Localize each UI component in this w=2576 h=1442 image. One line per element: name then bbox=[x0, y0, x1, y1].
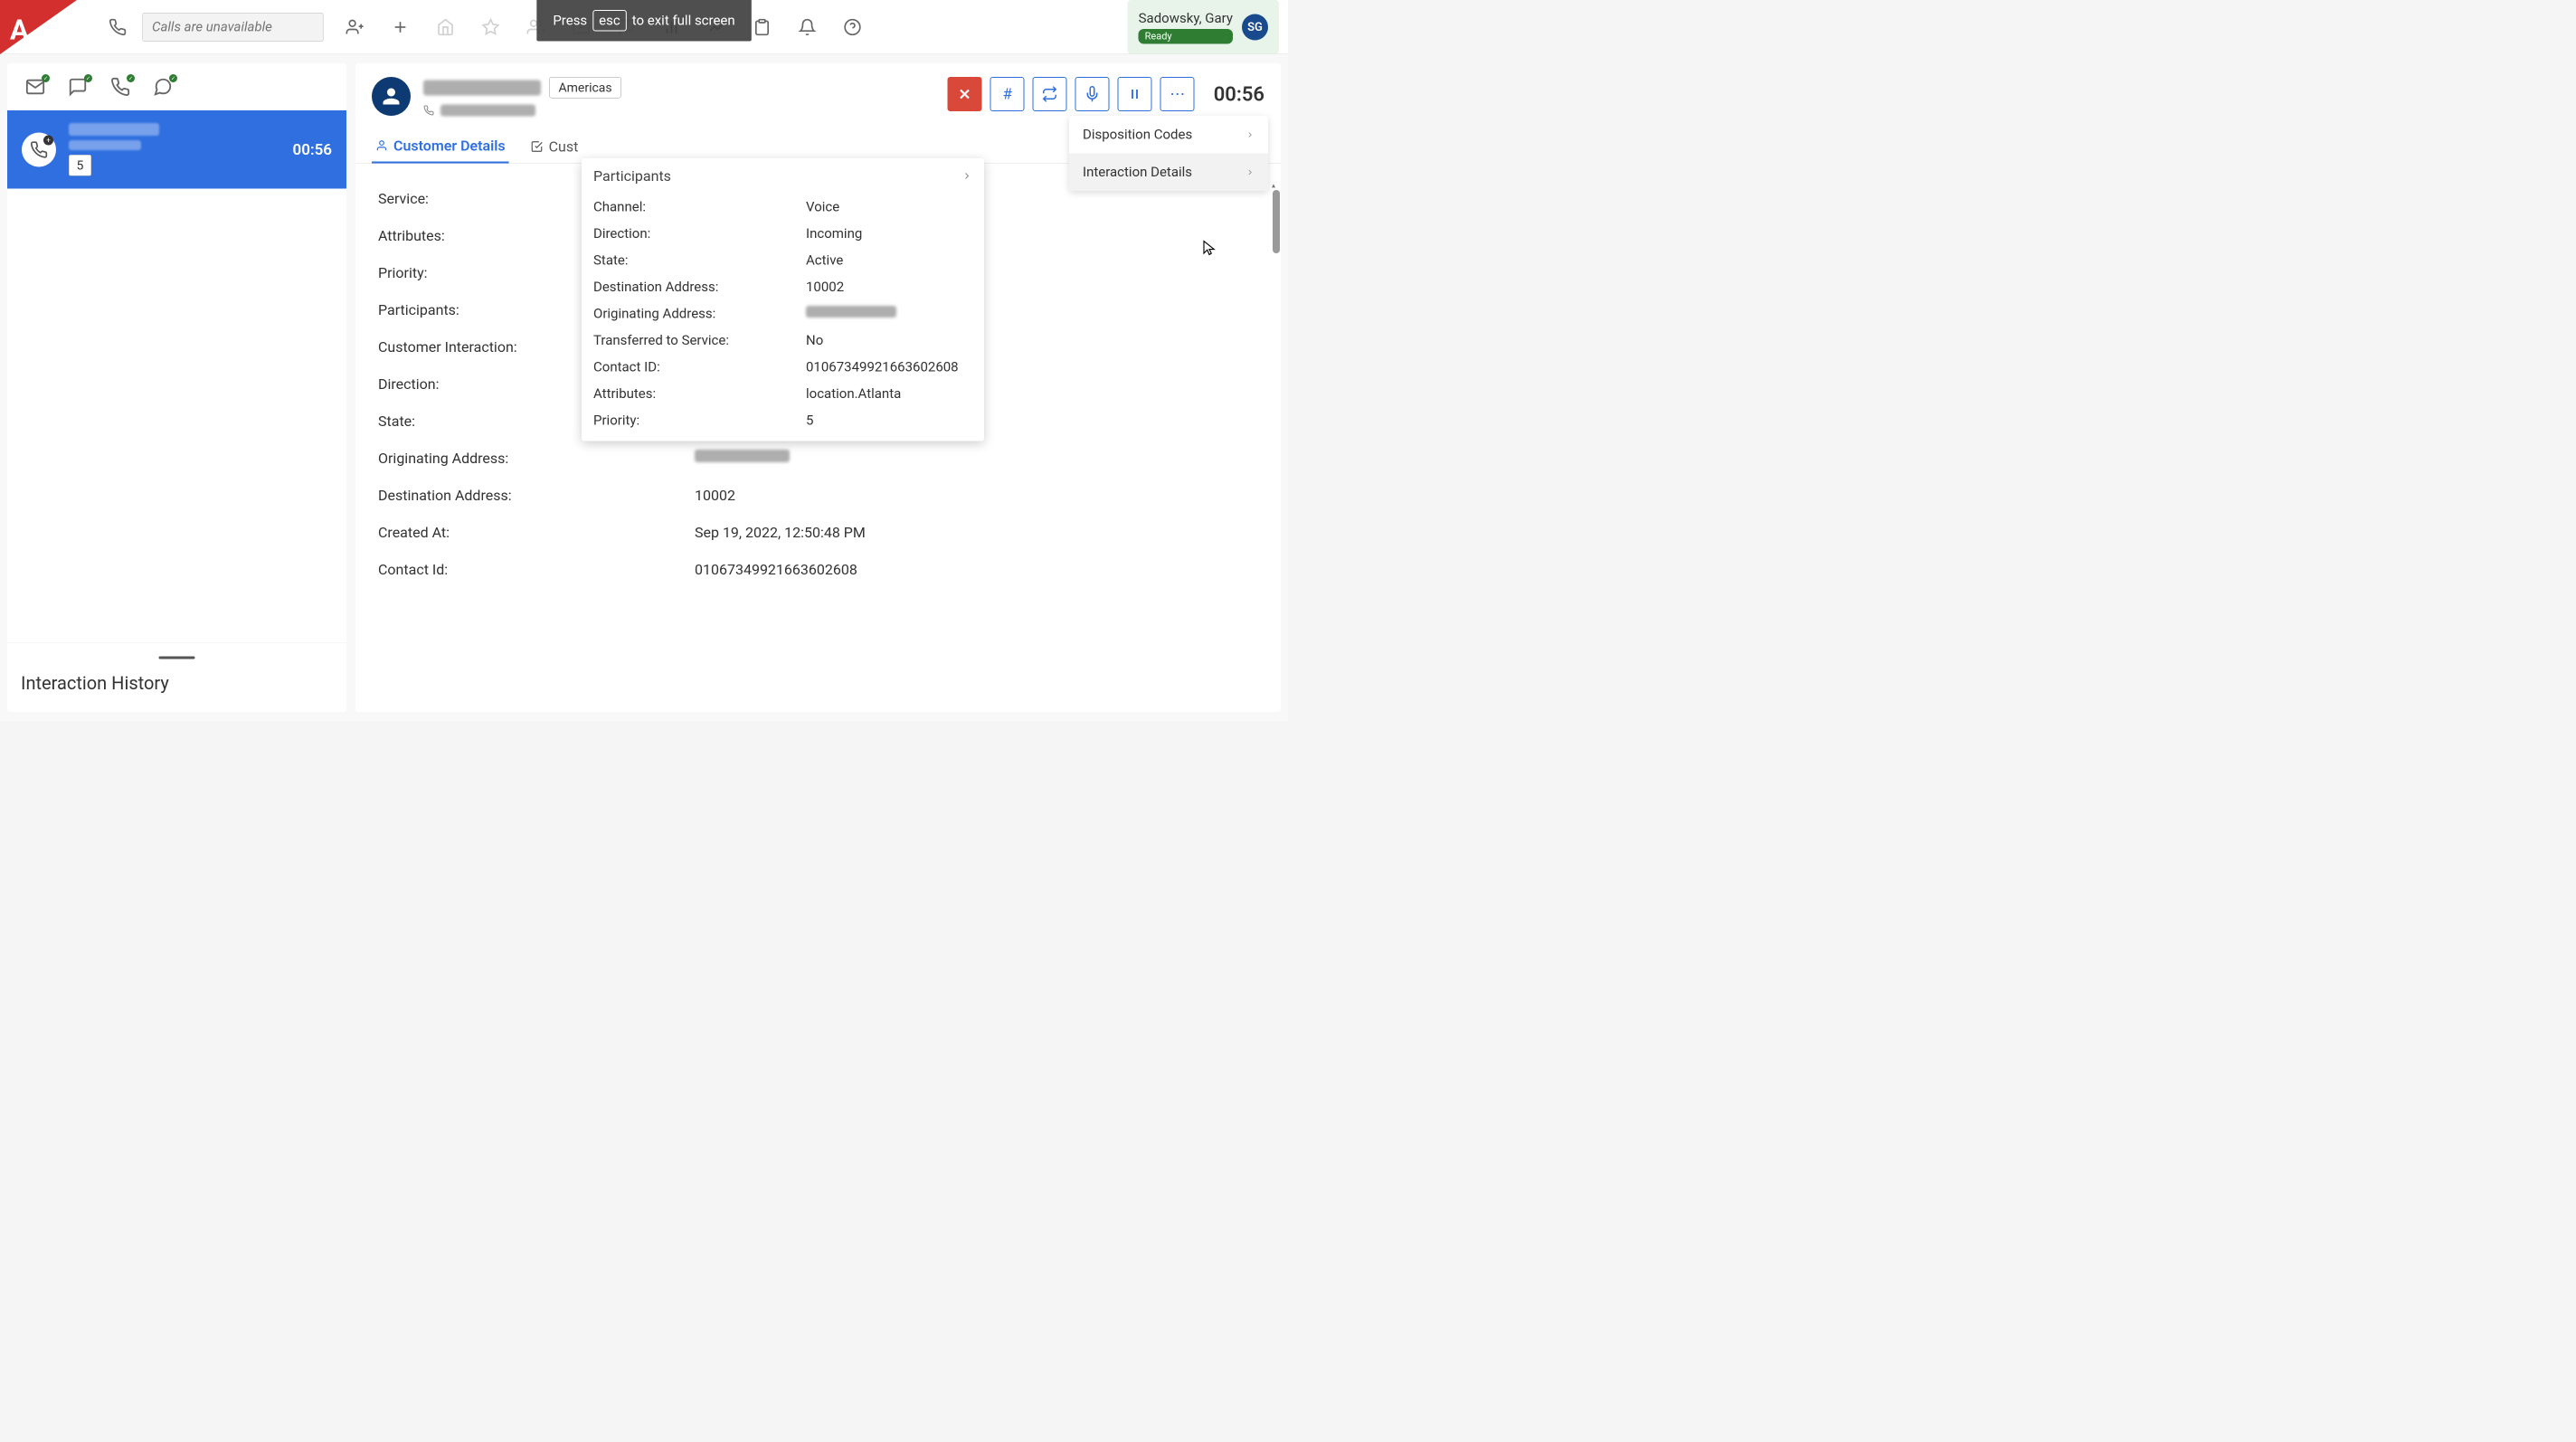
chat-channel-icon[interactable] bbox=[68, 77, 88, 97]
call-input[interactable] bbox=[143, 13, 324, 42]
popover-row-label: Destination Address: bbox=[593, 280, 806, 296]
dialpad-button[interactable]: # bbox=[990, 77, 1025, 111]
popover-row-value: 10002 bbox=[806, 280, 844, 296]
hint-suffix: to exit full screen bbox=[632, 13, 735, 29]
chevron-right-icon[interactable] bbox=[961, 171, 972, 182]
call-priority-badge: 5 bbox=[69, 155, 91, 176]
star-icon[interactable] bbox=[482, 18, 500, 36]
help-icon[interactable] bbox=[844, 18, 862, 36]
customer-avatar bbox=[372, 77, 411, 116]
contact-label: Contact Id: bbox=[378, 561, 695, 578]
destination-value: 10002 bbox=[695, 487, 735, 504]
mute-button[interactable] bbox=[1075, 77, 1110, 111]
originating-value-redacted bbox=[695, 450, 790, 462]
tab-customer-details[interactable]: Customer Details bbox=[372, 130, 509, 164]
popover-row: Contact ID:01067349921663602608 bbox=[582, 354, 984, 381]
contact-value: 01067349921663602608 bbox=[695, 561, 857, 578]
popover-row-value: 01067349921663602608 bbox=[806, 359, 959, 375]
user-area[interactable]: Sadowsky, Gary Ready SG bbox=[1128, 0, 1279, 54]
popover-row: Attributes:location.Atlanta bbox=[582, 381, 984, 408]
caller-number-redacted bbox=[69, 123, 159, 136]
popover-row: Transferred to Service:No bbox=[582, 327, 984, 355]
scroll-up-icon[interactable]: ▴ bbox=[1272, 181, 1281, 190]
sidebar: + 5 00:56 Interaction History bbox=[7, 63, 346, 712]
dropdown-item-label: Interaction Details bbox=[1083, 165, 1192, 181]
tab-label: Cust bbox=[549, 138, 579, 156]
clipboard-icon[interactable] bbox=[753, 18, 772, 36]
phone-icon[interactable] bbox=[109, 18, 127, 36]
popover-row: Channel:Voice bbox=[582, 194, 984, 221]
drag-handle-icon[interactable] bbox=[159, 657, 195, 659]
chevron-right-icon bbox=[1245, 167, 1255, 176]
user-avatar[interactable]: SG bbox=[1242, 14, 1268, 40]
popover-row-label: Originating Address: bbox=[593, 306, 806, 322]
popover-row: Destination Address:10002 bbox=[582, 274, 984, 301]
dropdown-interaction-details[interactable]: Interaction Details bbox=[1069, 154, 1268, 192]
content-panel: Americas # ⋯ 00:56 bbox=[355, 63, 1281, 712]
logo[interactable]: A bbox=[0, 0, 77, 54]
end-call-button[interactable] bbox=[948, 77, 982, 111]
add-user-icon[interactable] bbox=[346, 18, 365, 36]
esc-key: esc bbox=[592, 10, 627, 32]
popover-row-value: Voice bbox=[806, 199, 839, 215]
voice-channel-icon[interactable] bbox=[110, 77, 130, 97]
popover-row-value: Incoming bbox=[806, 226, 862, 242]
participants-popover: Participants Channel:VoiceDirection:Inco… bbox=[582, 158, 984, 441]
popover-row-value: location.Atlanta bbox=[806, 386, 901, 403]
popover-title: Participants bbox=[593, 167, 671, 185]
create-icon[interactable] bbox=[392, 18, 410, 36]
popover-row-value bbox=[806, 306, 896, 322]
cursor-icon bbox=[1201, 240, 1217, 256]
customer-number-redacted bbox=[423, 80, 541, 95]
hold-button[interactable] bbox=[1118, 77, 1152, 111]
call-duration: 00:56 bbox=[293, 140, 332, 158]
caller-name-redacted bbox=[69, 140, 141, 150]
call-timer: 00:56 bbox=[1214, 82, 1264, 106]
interaction-history-panel[interactable]: Interaction History bbox=[7, 642, 346, 712]
active-call-card[interactable]: + 5 00:56 bbox=[7, 110, 346, 189]
region-badge: Americas bbox=[549, 77, 621, 99]
user-status-badge: Ready bbox=[1139, 29, 1233, 44]
destination-label: Destination Address: bbox=[378, 487, 695, 504]
popover-row-label: Direction: bbox=[593, 226, 806, 242]
interaction-history-title: Interaction History bbox=[21, 673, 333, 695]
popover-row-label: State: bbox=[593, 252, 806, 269]
dropdown-disposition-codes[interactable]: Disposition Codes bbox=[1069, 116, 1268, 154]
home-icon[interactable] bbox=[437, 18, 455, 36]
more-options-button[interactable]: ⋯ bbox=[1160, 77, 1195, 111]
more-options-dropdown: Disposition Codes Interaction Details bbox=[1069, 116, 1268, 191]
transfer-button[interactable] bbox=[1033, 77, 1067, 111]
popover-row-label: Contact ID: bbox=[593, 359, 806, 375]
chevron-right-icon bbox=[1245, 130, 1255, 139]
tab-label: Customer Details bbox=[393, 138, 506, 155]
user-name: Sadowsky, Gary bbox=[1139, 10, 1233, 26]
created-label: Created At: bbox=[378, 524, 695, 541]
call-icon: + bbox=[22, 132, 56, 166]
popover-row-label: Transferred to Service: bbox=[593, 333, 806, 349]
popover-row: Direction:Incoming bbox=[582, 221, 984, 248]
originating-label: Originating Address: bbox=[378, 450, 695, 467]
popover-row-value: Active bbox=[806, 252, 843, 269]
scrollbar[interactable] bbox=[1273, 190, 1280, 253]
popover-row: Priority:5 bbox=[582, 407, 984, 434]
popover-row-value: No bbox=[806, 333, 823, 349]
created-value: Sep 19, 2022, 12:50:48 PM bbox=[695, 524, 866, 541]
popover-row-label: Attributes: bbox=[593, 386, 806, 403]
mail-channel-icon[interactable] bbox=[25, 77, 45, 97]
dropdown-item-label: Disposition Codes bbox=[1083, 127, 1192, 143]
popover-row: State:Active bbox=[582, 247, 984, 274]
hint-prefix: Press bbox=[553, 13, 587, 29]
originating-redacted bbox=[806, 306, 896, 318]
popover-row-label: Priority: bbox=[593, 413, 806, 429]
tab-customer-journey[interactable]: Cust bbox=[527, 130, 582, 164]
bell-icon[interactable] bbox=[799, 18, 817, 36]
popover-row-value: 5 bbox=[806, 413, 813, 429]
customer-phone-redacted bbox=[440, 105, 535, 117]
message-channel-icon[interactable] bbox=[153, 77, 173, 97]
popover-row: Originating Address: bbox=[582, 300, 984, 327]
popover-row-label: Channel: bbox=[593, 199, 806, 215]
fullscreen-hint: Press esc to exit full screen bbox=[536, 0, 751, 42]
